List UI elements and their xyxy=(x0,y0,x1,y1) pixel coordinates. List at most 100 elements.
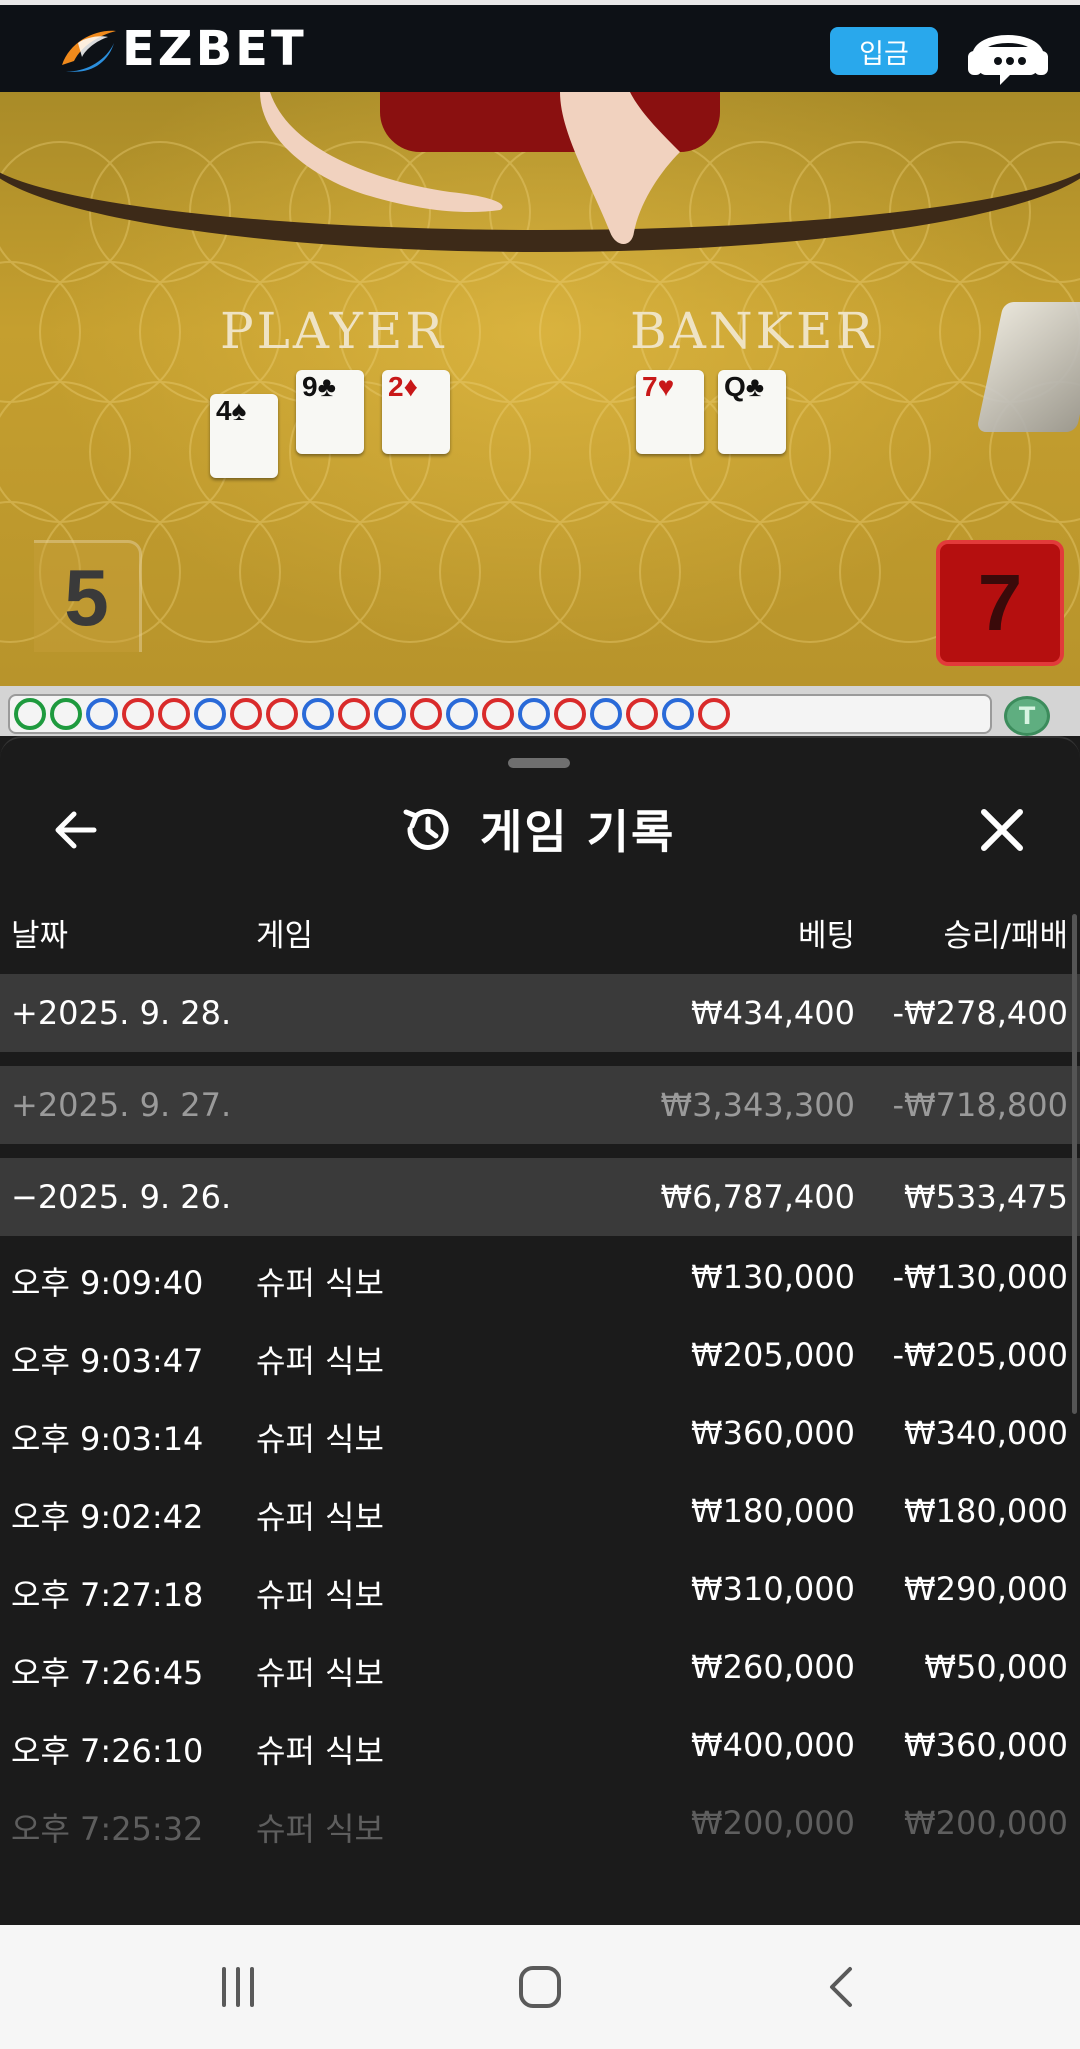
road-bead xyxy=(518,698,550,730)
ezbet-swoosh-logo-icon xyxy=(62,30,116,72)
playing-card: 2♦ xyxy=(382,370,450,454)
day-bet-total: ₩3,343,300 xyxy=(660,1086,856,1124)
history-entry-row[interactable]: 오후 9:03:47 슈퍼 식보 ₩205,000 -₩205,000 xyxy=(0,1320,1080,1398)
recent-apps-icon xyxy=(222,1967,254,2007)
road-bead xyxy=(626,698,658,730)
arrow-left-icon[interactable] xyxy=(46,800,106,860)
entry-result: ₩340,000 xyxy=(904,1414,1068,1452)
history-entry-row[interactable]: 오후 9:03:14 슈퍼 식보 ₩360,000 ₩340,000 xyxy=(0,1398,1080,1476)
playing-card: Q♣ xyxy=(718,370,786,454)
scrollbar[interactable] xyxy=(1072,914,1077,1414)
history-icon xyxy=(403,808,449,850)
entry-time: 오후 9:03:14 xyxy=(11,1420,204,1458)
road-bead xyxy=(482,698,514,730)
column-header-bet: 베팅 xyxy=(797,918,855,954)
headset-chat-icon[interactable] xyxy=(966,17,1050,89)
road-bead xyxy=(662,698,694,730)
road-bead xyxy=(14,698,46,730)
history-entry-row[interactable]: 오후 7:26:45 슈퍼 식보 ₩260,000 ₩50,000 xyxy=(0,1632,1080,1710)
top-app-bar: EZBET 입금 xyxy=(0,0,1080,92)
road-bead xyxy=(554,698,586,730)
sheet-title-text: 게임 기록 xyxy=(480,805,676,859)
entry-bet: ₩205,000 xyxy=(691,1336,855,1374)
dealer-hands xyxy=(260,92,680,244)
road-bead xyxy=(194,698,226,730)
road-bead xyxy=(122,698,154,730)
entry-result: ₩180,000 xyxy=(904,1492,1068,1530)
home-button[interactable] xyxy=(500,1957,580,2017)
day-bet-total: ₩434,400 xyxy=(691,994,855,1032)
day-bet-total: ₩6,787,400 xyxy=(660,1178,856,1216)
history-entry-row[interactable]: 오후 9:02:42 슈퍼 식보 ₩180,000 ₩180,000 xyxy=(0,1476,1080,1554)
history-entry-row[interactable]: 오후 7:27:18 슈퍼 식보 ₩310,000 ₩290,000 xyxy=(0,1554,1080,1632)
entry-game: 슈퍼 식보 xyxy=(256,1732,384,1770)
road-bead xyxy=(338,698,370,730)
road-bead xyxy=(302,698,334,730)
banker-score: 7 xyxy=(936,540,1064,666)
day-date: +2025. 9. 28. xyxy=(11,994,232,1032)
road-bead xyxy=(446,698,478,730)
road-bead xyxy=(266,698,298,730)
entry-result: ₩200,000 xyxy=(904,1804,1068,1842)
sheet-title: 게임 기록 xyxy=(400,794,675,864)
deposit-button[interactable]: 입금 xyxy=(830,27,938,75)
entry-bet: ₩310,000 xyxy=(691,1570,855,1608)
history-entry-row[interactable]: 오후 9:09:40 슈퍼 식보 ₩130,000 -₩130,000 xyxy=(0,1242,1080,1320)
banker-zone-label: BANKER xyxy=(630,302,877,360)
road-bead xyxy=(230,698,262,730)
entry-result: -₩130,000 xyxy=(892,1258,1068,1296)
history-entry-row[interactable]: 오후 7:25:32 슈퍼 식보 ₩200,000 ₩200,000 xyxy=(0,1788,1080,1866)
system-navigation-bar xyxy=(0,1925,1080,2049)
day-result-total: ₩533,475 xyxy=(904,1178,1068,1216)
entry-game: 슈퍼 식보 xyxy=(256,1810,384,1848)
recent-apps-button[interactable] xyxy=(198,1957,278,2017)
entry-time: 오후 7:25:32 xyxy=(11,1810,204,1848)
entry-game: 슈퍼 식보 xyxy=(256,1264,384,1302)
entry-game: 슈퍼 식보 xyxy=(256,1498,384,1536)
playing-card: 7♥ xyxy=(636,370,704,454)
player-zone-label: PLAYER xyxy=(220,302,447,360)
road-bead xyxy=(698,698,730,730)
nav-back-icon xyxy=(830,1967,852,2007)
entry-result: -₩205,000 xyxy=(892,1336,1068,1374)
entry-bet: ₩360,000 xyxy=(691,1414,855,1452)
playing-card: 4♠ xyxy=(210,394,278,478)
road-bead xyxy=(158,698,190,730)
column-header-date: 날짜 xyxy=(11,918,69,954)
day-row[interactable]: +2025. 9. 27. ₩3,343,300 -₩718,800 xyxy=(0,1066,1080,1144)
player-score: 5 xyxy=(34,540,142,652)
day-result-total: -₩718,800 xyxy=(892,1086,1068,1124)
game-history-sheet: 게임 기록 날짜 게임 베팅 승리/패배 +2025. 9. 28. ₩434,… xyxy=(0,736,1080,1925)
road-bead xyxy=(50,698,82,730)
live-baccarat-video[interactable]: PLAYER BANKER 4♠ 9♣ 2♦ 7♥ Q♣ 5 7 xyxy=(0,92,1080,686)
home-icon xyxy=(519,1966,561,2008)
entry-time: 오후 7:26:45 xyxy=(11,1654,204,1692)
entry-time: 오후 7:27:18 xyxy=(11,1576,204,1614)
entry-bet: ₩130,000 xyxy=(691,1258,855,1296)
brand-logo[interactable]: EZBET xyxy=(56,19,307,79)
entry-game: 슈퍼 식보 xyxy=(256,1342,384,1380)
bead-road-grid xyxy=(8,694,992,734)
road-bead xyxy=(410,698,442,730)
entry-result: ₩290,000 xyxy=(904,1570,1068,1608)
day-result-total: -₩278,400 xyxy=(892,994,1068,1032)
nav-back-button[interactable] xyxy=(802,1957,882,2017)
day-row[interactable]: +2025. 9. 28. ₩434,400 -₩278,400 xyxy=(0,974,1080,1052)
road-bead xyxy=(590,698,622,730)
playing-card: 9♣ xyxy=(296,370,364,454)
close-icon[interactable] xyxy=(972,800,1032,860)
day-date: −2025. 9. 26. xyxy=(11,1178,232,1216)
entry-result: ₩360,000 xyxy=(904,1726,1068,1764)
entry-bet: ₩260,000 xyxy=(691,1648,855,1686)
history-entry-row[interactable]: 오후 7:26:10 슈퍼 식보 ₩400,000 ₩360,000 xyxy=(0,1710,1080,1788)
entry-game: 슈퍼 식보 xyxy=(256,1420,384,1458)
entry-bet: ₩180,000 xyxy=(691,1492,855,1530)
entry-time: 오후 9:02:42 xyxy=(11,1498,204,1536)
day-row[interactable]: −2025. 9. 26. ₩6,787,400 ₩533,475 xyxy=(0,1158,1080,1236)
entry-bet: ₩400,000 xyxy=(691,1726,855,1764)
day-date: +2025. 9. 27. xyxy=(11,1086,232,1124)
entry-time: 오후 9:09:40 xyxy=(11,1264,204,1302)
sheet-drag-handle[interactable] xyxy=(508,758,570,768)
bead-road-strip[interactable]: T xyxy=(0,686,1080,736)
entry-game: 슈퍼 식보 xyxy=(256,1576,384,1614)
